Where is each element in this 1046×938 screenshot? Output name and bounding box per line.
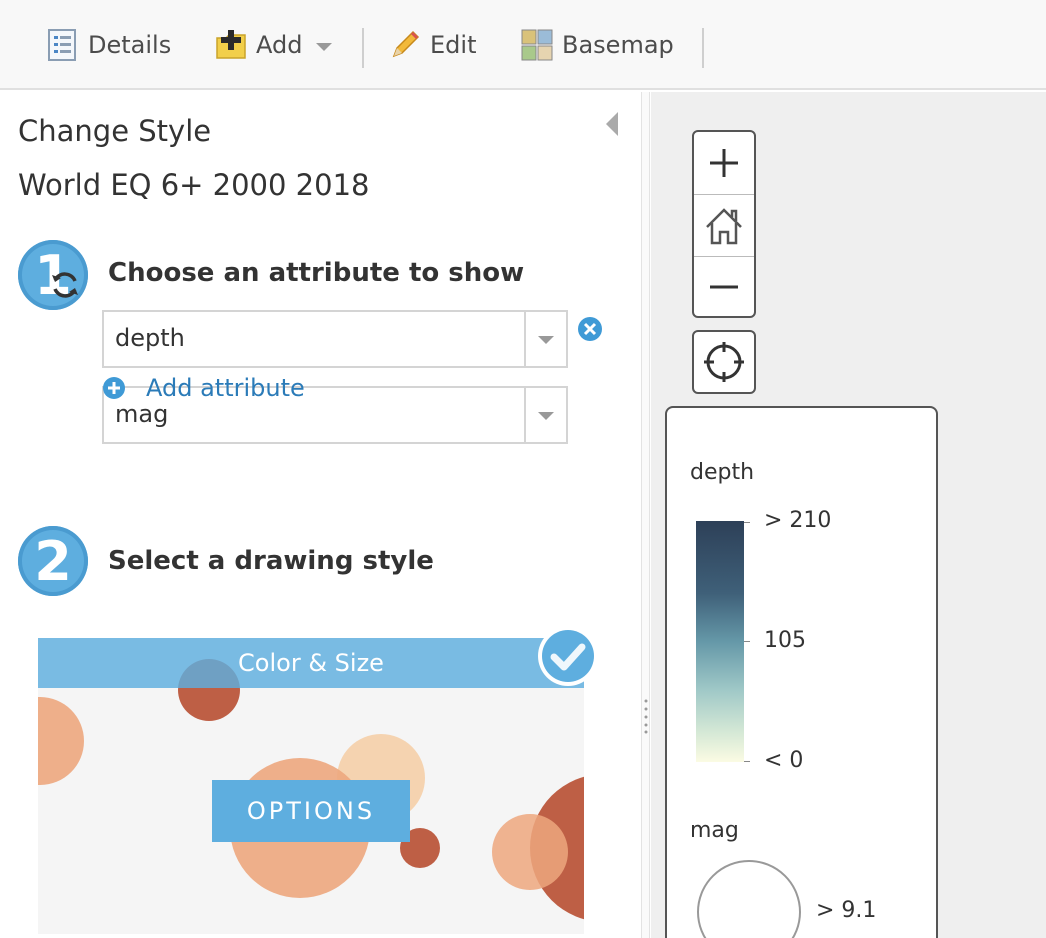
chevron-down-icon (538, 336, 554, 344)
add-attribute-label: Add attribute (146, 374, 305, 402)
locate-crosshair-icon (704, 342, 744, 382)
add-circle-icon (103, 377, 125, 399)
add-label: Add (256, 31, 303, 59)
zoom-controls (692, 130, 756, 318)
zoom-in-button[interactable] (694, 132, 754, 194)
legend-depth-mid: 105 (764, 628, 806, 653)
chevron-down-icon (316, 43, 333, 51)
toolbar-divider (362, 28, 364, 68)
style-name: Color & Size (38, 638, 584, 688)
swap-attributes-icon[interactable] (48, 268, 82, 302)
step-1-title: Choose an attribute to show (108, 258, 525, 288)
add-layer-icon (216, 30, 246, 59)
attribute-select-value: depth (115, 324, 185, 352)
panel-splitter[interactable] (642, 92, 650, 938)
ramp-tick (744, 522, 750, 523)
home-icon (706, 208, 742, 245)
details-label: Details (88, 31, 172, 59)
selected-check-icon (538, 626, 598, 686)
details-icon (48, 29, 76, 61)
add-attribute-link[interactable]: Add attribute (102, 374, 305, 402)
options-button[interactable]: OPTIONS (212, 780, 410, 842)
legend-mag-title: mag (690, 818, 739, 843)
drag-handle-icon[interactable] (644, 698, 648, 734)
legend-mag-high: > 9.1 (816, 898, 877, 923)
minus-icon (710, 285, 738, 289)
step-2-badge: 2 (18, 526, 88, 596)
layer-name: World EQ 6+ 2000 2018 (18, 168, 370, 202)
ramp-tick (744, 641, 750, 642)
legend-depth-title: depth (690, 460, 755, 485)
toolbar-divider (702, 28, 704, 68)
edit-button[interactable]: Edit (388, 28, 476, 62)
legend-depth-low: < 0 (764, 748, 804, 773)
pencil-icon (392, 30, 420, 58)
basemap-icon (521, 29, 553, 61)
home-button[interactable] (694, 195, 754, 257)
color-size-style-card[interactable]: Color & Size OPTIONS (38, 638, 584, 934)
panel-title: Change Style (18, 114, 212, 148)
locate-button[interactable] (692, 330, 756, 394)
basemap-label: Basemap (562, 31, 674, 59)
add-button[interactable]: Add (214, 28, 333, 62)
toolbar: Details Add Edit Basemap (0, 0, 1046, 90)
depth-color-ramp (696, 521, 744, 762)
remove-attribute-icon[interactable] (577, 316, 603, 342)
select-divider (524, 312, 526, 366)
details-button[interactable]: Details (46, 28, 171, 62)
attribute-select-depth[interactable]: depth (102, 310, 568, 368)
step-2-title: Select a drawing style (108, 546, 434, 576)
ramp-tick (744, 761, 750, 762)
chevron-down-icon (538, 412, 554, 420)
edit-label: Edit (430, 31, 477, 59)
collapse-panel-icon[interactable] (606, 112, 618, 136)
zoom-out-button[interactable] (694, 256, 754, 318)
legend-depth-high: > 210 (764, 508, 832, 533)
select-divider (524, 388, 526, 442)
basemap-button[interactable]: Basemap (520, 28, 674, 62)
plus-icon (710, 149, 738, 177)
attribute-select-value: mag (115, 400, 169, 428)
